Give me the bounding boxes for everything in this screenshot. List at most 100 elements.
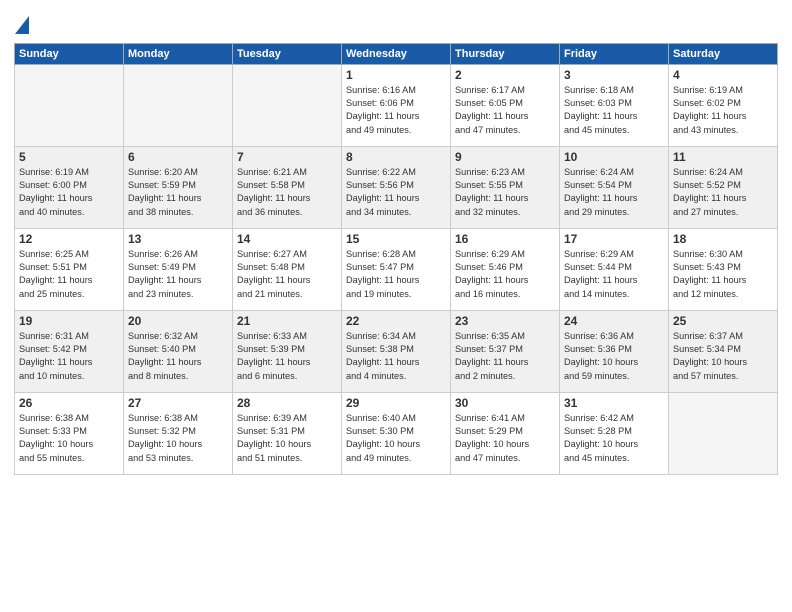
day-number: 4 xyxy=(673,68,773,82)
day-number: 20 xyxy=(128,314,228,328)
day-cell: 13 Sunrise: 6:26 AM Sunset: 5:49 PM Dayli… xyxy=(124,228,233,310)
day-number: 5 xyxy=(19,150,119,164)
day-cell: 30 Sunrise: 6:41 AM Sunset: 5:29 PM Dayli… xyxy=(451,392,560,474)
weekday-header-row: SundayMondayTuesdayWednesdayThursdayFrid… xyxy=(15,43,778,64)
logo-wing-icon xyxy=(15,16,29,34)
day-cell: 17 Sunrise: 6:29 AM Sunset: 5:44 PM Dayli… xyxy=(560,228,669,310)
day-number: 24 xyxy=(564,314,664,328)
day-number: 22 xyxy=(346,314,446,328)
day-cell: 1Sunrise: 6:16 AM Sunset: 6:06 PM Daylig… xyxy=(342,64,451,146)
day-number: 1 xyxy=(346,68,446,82)
day-number: 13 xyxy=(128,232,228,246)
weekday-sunday: Sunday xyxy=(15,43,124,64)
day-detail: Sunrise: 6:24 AM Sunset: 5:54 PM Dayligh… xyxy=(564,166,664,219)
day-detail: Sunrise: 6:31 AM Sunset: 5:42 PM Dayligh… xyxy=(19,330,119,383)
logo-text xyxy=(14,14,30,35)
day-number: 7 xyxy=(237,150,337,164)
day-detail: Sunrise: 6:28 AM Sunset: 5:47 PM Dayligh… xyxy=(346,248,446,301)
day-cell: 7Sunrise: 6:21 AM Sunset: 5:58 PM Daylig… xyxy=(233,146,342,228)
day-cell: 25 Sunrise: 6:37 AM Sunset: 5:34 PM Dayli… xyxy=(669,310,778,392)
day-detail: Sunrise: 6:33 AM Sunset: 5:39 PM Dayligh… xyxy=(237,330,337,383)
day-number: 28 xyxy=(237,396,337,410)
day-cell xyxy=(233,64,342,146)
week-row-3: 12 Sunrise: 6:25 AM Sunset: 5:51 PM Dayli… xyxy=(15,228,778,310)
week-row-4: 19 Sunrise: 6:31 AM Sunset: 5:42 PM Dayli… xyxy=(15,310,778,392)
day-number: 18 xyxy=(673,232,773,246)
day-detail: Sunrise: 6:23 AM Sunset: 5:55 PM Dayligh… xyxy=(455,166,555,219)
day-number: 30 xyxy=(455,396,555,410)
day-detail: Sunrise: 6:18 AM Sunset: 6:03 PM Dayligh… xyxy=(564,84,664,137)
day-cell: 24 Sunrise: 6:36 AM Sunset: 5:36 PM Dayli… xyxy=(560,310,669,392)
day-cell: 8 Sunrise: 6:22 AM Sunset: 5:56 PM Daylig… xyxy=(342,146,451,228)
day-detail: Sunrise: 6:27 AM Sunset: 5:48 PM Dayligh… xyxy=(237,248,337,301)
day-cell: 18Sunrise: 6:30 AM Sunset: 5:43 PM Dayli… xyxy=(669,228,778,310)
day-number: 8 xyxy=(346,150,446,164)
day-number: 15 xyxy=(346,232,446,246)
logo xyxy=(14,14,30,35)
day-detail: Sunrise: 6:19 AM Sunset: 6:00 PM Dayligh… xyxy=(19,166,119,219)
day-detail: Sunrise: 6:17 AM Sunset: 6:05 PM Dayligh… xyxy=(455,84,555,137)
day-detail: Sunrise: 6:32 AM Sunset: 5:40 PM Dayligh… xyxy=(128,330,228,383)
weekday-saturday: Saturday xyxy=(669,43,778,64)
day-cell: 11 Sunrise: 6:24 AM Sunset: 5:52 PM Dayli… xyxy=(669,146,778,228)
day-number: 19 xyxy=(19,314,119,328)
day-detail: Sunrise: 6:35 AM Sunset: 5:37 PM Dayligh… xyxy=(455,330,555,383)
day-detail: Sunrise: 6:24 AM Sunset: 5:52 PM Dayligh… xyxy=(673,166,773,219)
day-number: 9 xyxy=(455,150,555,164)
weekday-monday: Monday xyxy=(124,43,233,64)
day-number: 31 xyxy=(564,396,664,410)
day-detail: Sunrise: 6:37 AM Sunset: 5:34 PM Dayligh… xyxy=(673,330,773,383)
day-cell: 23Sunrise: 6:35 AM Sunset: 5:37 PM Dayli… xyxy=(451,310,560,392)
week-row-2: 5 Sunrise: 6:19 AM Sunset: 6:00 PM Daylig… xyxy=(15,146,778,228)
day-cell: 22 Sunrise: 6:34 AM Sunset: 5:38 PM Dayli… xyxy=(342,310,451,392)
day-cell: 21 Sunrise: 6:33 AM Sunset: 5:39 PM Dayli… xyxy=(233,310,342,392)
weekday-friday: Friday xyxy=(560,43,669,64)
day-detail: Sunrise: 6:29 AM Sunset: 5:44 PM Dayligh… xyxy=(564,248,664,301)
day-cell: 6 Sunrise: 6:20 AM Sunset: 5:59 PM Daylig… xyxy=(124,146,233,228)
day-detail: Sunrise: 6:34 AM Sunset: 5:38 PM Dayligh… xyxy=(346,330,446,383)
day-detail: Sunrise: 6:41 AM Sunset: 5:29 PM Dayligh… xyxy=(455,412,555,465)
day-cell: 10Sunrise: 6:24 AM Sunset: 5:54 PM Dayli… xyxy=(560,146,669,228)
day-detail: Sunrise: 6:36 AM Sunset: 5:36 PM Dayligh… xyxy=(564,330,664,383)
day-cell: 29Sunrise: 6:40 AM Sunset: 5:30 PM Dayli… xyxy=(342,392,451,474)
weekday-wednesday: Wednesday xyxy=(342,43,451,64)
day-detail: Sunrise: 6:29 AM Sunset: 5:46 PM Dayligh… xyxy=(455,248,555,301)
day-number: 21 xyxy=(237,314,337,328)
weekday-tuesday: Tuesday xyxy=(233,43,342,64)
day-cell: 14 Sunrise: 6:27 AM Sunset: 5:48 PM Dayli… xyxy=(233,228,342,310)
day-cell: 9 Sunrise: 6:23 AM Sunset: 5:55 PM Daylig… xyxy=(451,146,560,228)
day-cell: 12 Sunrise: 6:25 AM Sunset: 5:51 PM Dayli… xyxy=(15,228,124,310)
day-detail: Sunrise: 6:26 AM Sunset: 5:49 PM Dayligh… xyxy=(128,248,228,301)
day-number: 27 xyxy=(128,396,228,410)
day-number: 6 xyxy=(128,150,228,164)
day-cell xyxy=(669,392,778,474)
day-cell: 2 Sunrise: 6:17 AM Sunset: 6:05 PM Daylig… xyxy=(451,64,560,146)
day-detail: Sunrise: 6:40 AM Sunset: 5:30 PM Dayligh… xyxy=(346,412,446,465)
day-cell: 19 Sunrise: 6:31 AM Sunset: 5:42 PM Dayli… xyxy=(15,310,124,392)
day-detail: Sunrise: 6:38 AM Sunset: 5:33 PM Dayligh… xyxy=(19,412,119,465)
day-detail: Sunrise: 6:42 AM Sunset: 5:28 PM Dayligh… xyxy=(564,412,664,465)
day-number: 12 xyxy=(19,232,119,246)
day-number: 14 xyxy=(237,232,337,246)
week-row-5: 26 Sunrise: 6:38 AM Sunset: 5:33 PM Dayli… xyxy=(15,392,778,474)
day-number: 11 xyxy=(673,150,773,164)
day-number: 17 xyxy=(564,232,664,246)
day-detail: Sunrise: 6:20 AM Sunset: 5:59 PM Dayligh… xyxy=(128,166,228,219)
day-detail: Sunrise: 6:25 AM Sunset: 5:51 PM Dayligh… xyxy=(19,248,119,301)
day-cell xyxy=(15,64,124,146)
day-cell: 4 Sunrise: 6:19 AM Sunset: 6:02 PM Daylig… xyxy=(669,64,778,146)
day-number: 2 xyxy=(455,68,555,82)
header xyxy=(14,10,778,35)
day-detail: Sunrise: 6:19 AM Sunset: 6:02 PM Dayligh… xyxy=(673,84,773,137)
day-cell: 16Sunrise: 6:29 AM Sunset: 5:46 PM Dayli… xyxy=(451,228,560,310)
day-number: 3 xyxy=(564,68,664,82)
day-cell: 26 Sunrise: 6:38 AM Sunset: 5:33 PM Dayli… xyxy=(15,392,124,474)
day-detail: Sunrise: 6:38 AM Sunset: 5:32 PM Dayligh… xyxy=(128,412,228,465)
weekday-thursday: Thursday xyxy=(451,43,560,64)
day-cell: 28Sunrise: 6:39 AM Sunset: 5:31 PM Dayli… xyxy=(233,392,342,474)
day-number: 25 xyxy=(673,314,773,328)
day-cell: 27 Sunrise: 6:38 AM Sunset: 5:32 PM Dayli… xyxy=(124,392,233,474)
day-cell: 20 Sunrise: 6:32 AM Sunset: 5:40 PM Dayli… xyxy=(124,310,233,392)
day-detail: Sunrise: 6:22 AM Sunset: 5:56 PM Dayligh… xyxy=(346,166,446,219)
day-number: 26 xyxy=(19,396,119,410)
